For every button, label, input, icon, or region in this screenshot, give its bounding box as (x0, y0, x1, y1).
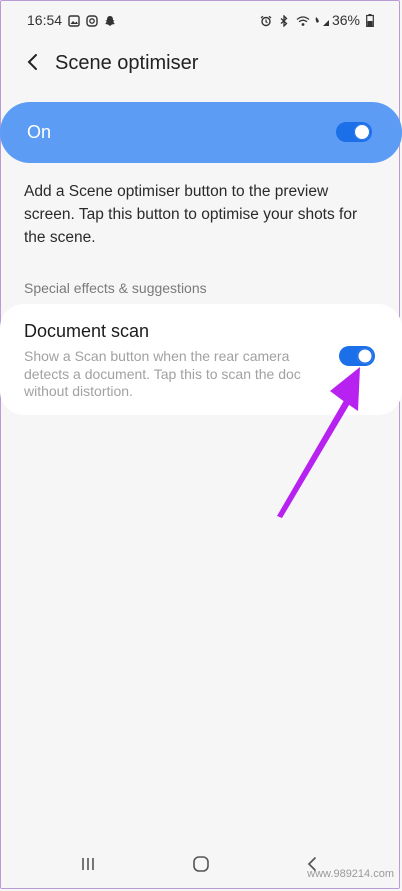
arrow-shaft (277, 397, 352, 518)
watermark: www.989214.com (307, 868, 394, 880)
battery-icon (366, 14, 378, 28)
instagram-icon (86, 14, 98, 27)
page-title: Scene optimiser (55, 52, 199, 74)
status-bar: 16:54 36% (0, 0, 402, 42)
gallery-icon (68, 14, 80, 27)
home-button[interactable] (189, 855, 213, 877)
recent-apps-icon (80, 856, 96, 877)
volte-signal-icon (314, 14, 329, 26)
recent-apps-button[interactable] (76, 855, 100, 877)
wifi-icon (296, 14, 310, 26)
section-header: Special effects & suggestions (24, 280, 207, 296)
switch-knob (357, 348, 373, 364)
status-right: 36% (260, 12, 378, 28)
snapchat-icon (104, 14, 116, 26)
back-button[interactable] (18, 50, 46, 78)
navigation-bar (0, 840, 402, 891)
title-bar: Scene optimiser (0, 42, 402, 86)
bluetooth-icon (278, 14, 290, 28)
document-scan-switch[interactable] (339, 346, 375, 366)
status-left: 16:54 (27, 12, 116, 28)
home-icon (192, 855, 210, 878)
status-time: 16:54 (27, 12, 63, 28)
master-switch[interactable] (336, 122, 372, 142)
battery-percentage: 36% (331, 12, 360, 28)
alarm-icon (260, 14, 272, 27)
setting-title: Document scan (24, 321, 150, 341)
chevron-left-icon (26, 53, 38, 76)
switch-knob (354, 124, 370, 140)
master-toggle-label: On (27, 122, 52, 142)
feature-description: Add a Scene optimiser button to the prev… (24, 183, 358, 246)
setting-summary: Show a Scan button when the rear camera … (24, 348, 301, 399)
